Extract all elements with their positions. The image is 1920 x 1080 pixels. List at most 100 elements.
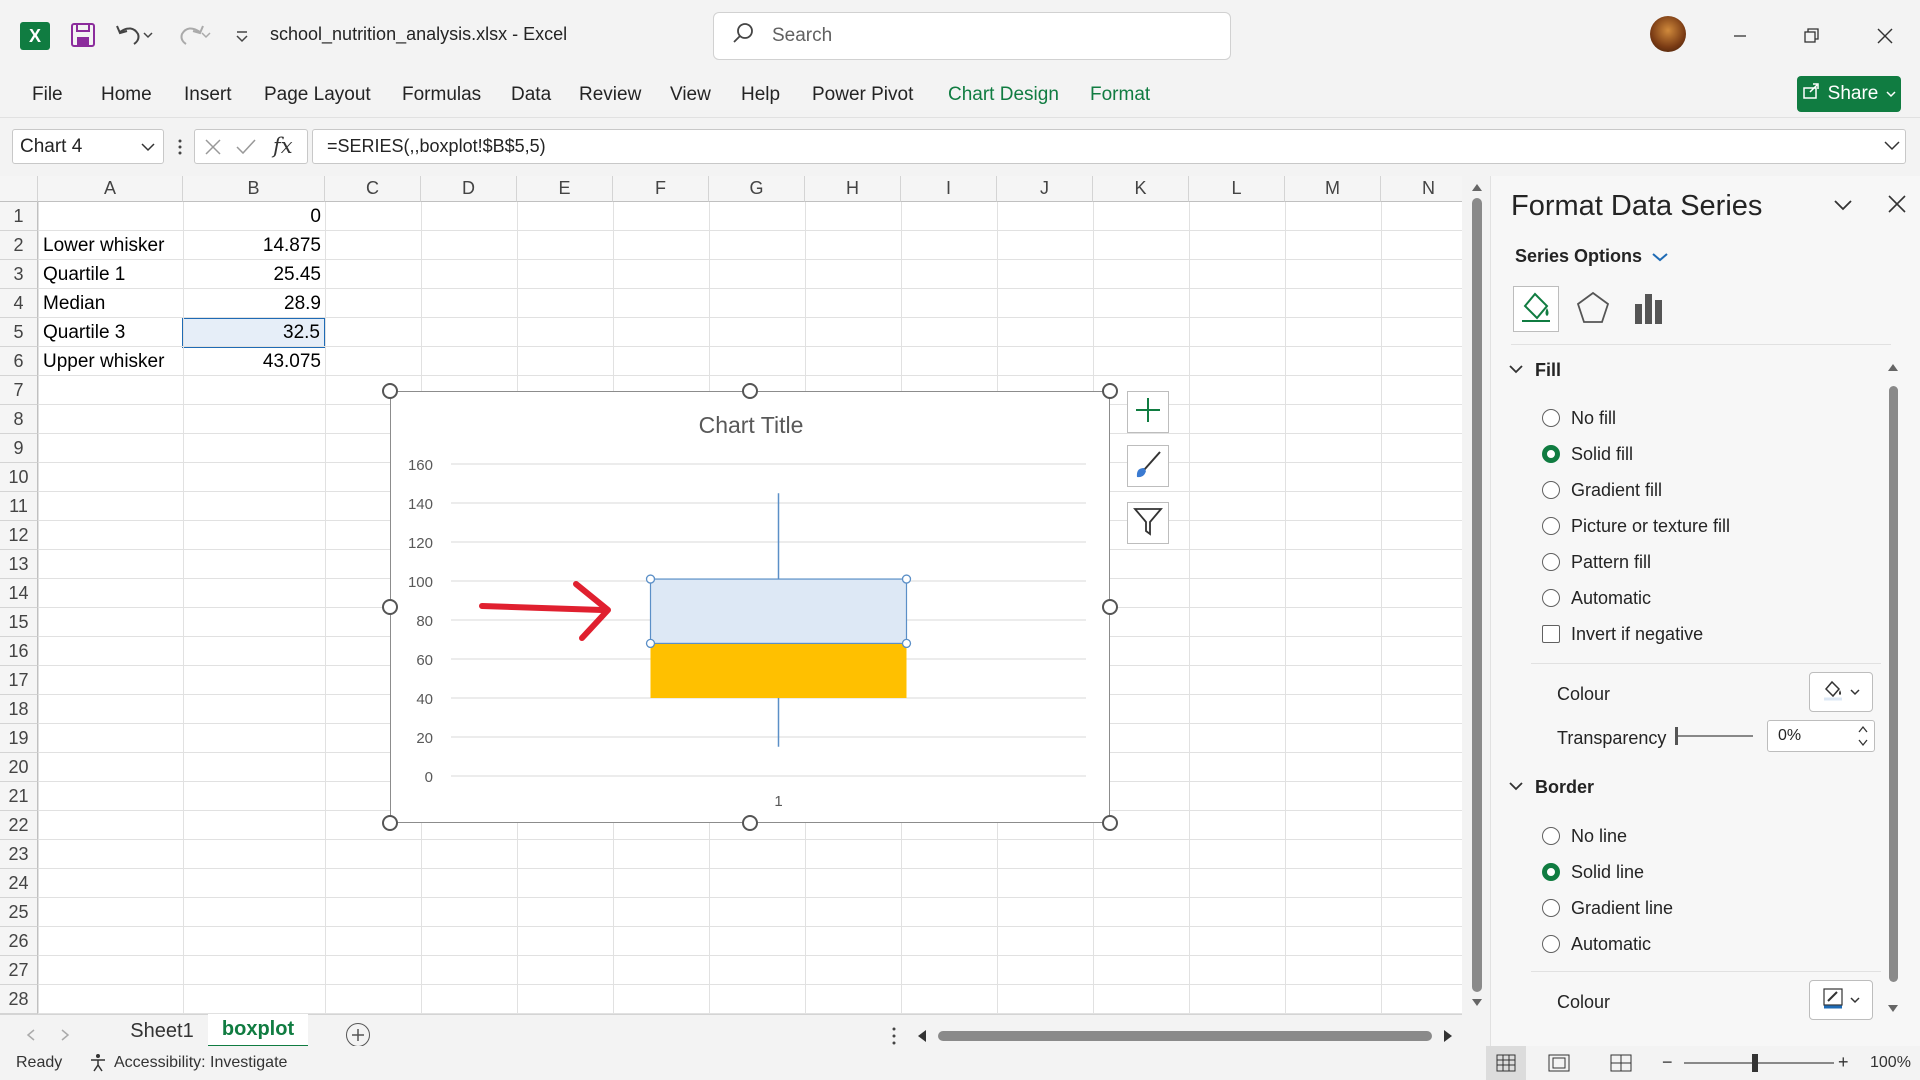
automatic-line-label[interactable]: Automatic (1571, 934, 1651, 955)
tab-chart-design[interactable]: Chart Design (948, 84, 1059, 106)
column-header-j[interactable]: J (997, 176, 1093, 202)
vertical-scroll-thumb[interactable] (1472, 198, 1482, 992)
formula-input[interactable]: =SERIES(,,boxplot!$B$5,5) (312, 129, 1906, 164)
cell-a5[interactable]: Quartile 3 (38, 318, 183, 347)
automatic-fill-label[interactable]: Automatic (1571, 588, 1651, 609)
column-header-a[interactable]: A (38, 176, 183, 202)
pattern-fill-label[interactable]: Pattern fill (1571, 552, 1651, 573)
tab-help[interactable]: Help (741, 84, 780, 106)
sheet-tab-sheet1[interactable]: Sheet1 (118, 1016, 206, 1046)
no-line-label[interactable]: No line (1571, 826, 1627, 847)
column-header-g[interactable]: G (709, 176, 805, 202)
row-header-8[interactable]: 8 (0, 405, 38, 434)
column-header-h[interactable]: H (805, 176, 901, 202)
tab-insert[interactable]: Insert (184, 84, 232, 106)
radio-solid-fill[interactable] (1542, 445, 1560, 463)
transparency-spinner-icon[interactable] (1857, 723, 1869, 754)
radio-picture-fill[interactable] (1542, 517, 1560, 535)
effects-tab-pentagon-icon[interactable] (1575, 290, 1611, 331)
zoom-in-button[interactable]: + (1838, 1052, 1849, 1073)
series-options-dropdown[interactable]: Series Options (1515, 246, 1668, 267)
row-header-25[interactable]: 25 (0, 898, 38, 927)
cell-a6[interactable]: Upper whisker (38, 347, 183, 376)
sheet-tab-boxplot[interactable]: boxplot (208, 1014, 308, 1048)
row-header-13[interactable]: 13 (0, 550, 38, 579)
tab-home[interactable]: Home (101, 84, 152, 106)
transparency-slider-thumb[interactable] (1675, 727, 1678, 745)
column-header-d[interactable]: D (421, 176, 517, 202)
close-window-icon[interactable] (1870, 22, 1900, 50)
user-avatar[interactable] (1650, 16, 1686, 52)
invert-if-negative-checkbox[interactable] (1542, 625, 1560, 643)
radio-solid-line[interactable] (1542, 863, 1560, 881)
tab-review[interactable]: Review (579, 84, 641, 106)
resize-handle-bottom-right[interactable] (1102, 815, 1118, 831)
row-header-16[interactable]: 16 (0, 637, 38, 666)
chart-filters-button[interactable] (1127, 502, 1169, 544)
fill-section-header[interactable]: Fill (1535, 360, 1561, 381)
row-header-26[interactable]: 26 (0, 927, 38, 956)
no-fill-label[interactable]: No fill (1571, 408, 1616, 429)
pane-scroll-thumb[interactable] (1889, 386, 1898, 982)
solid-fill-label[interactable]: Solid fill (1571, 444, 1633, 465)
gradient-fill-label[interactable]: Gradient fill (1571, 480, 1662, 501)
search-box[interactable]: Search (713, 12, 1231, 60)
column-header-e[interactable]: E (517, 176, 613, 202)
row-header-5[interactable]: 5 (0, 318, 38, 347)
column-header-m[interactable]: M (1285, 176, 1381, 202)
cancel-icon[interactable] (203, 137, 223, 162)
column-header-f[interactable]: F (613, 176, 709, 202)
tab-format[interactable]: Format (1090, 84, 1150, 106)
chart-elements-button[interactable] (1127, 391, 1169, 433)
chevron-down-icon[interactable] (1509, 362, 1523, 380)
cell-a4[interactable]: Median (38, 289, 183, 318)
close-pane-icon[interactable] (1887, 194, 1907, 219)
row-header-10[interactable]: 10 (0, 463, 38, 492)
accessibility-status[interactable]: Accessibility: Investigate (114, 1054, 287, 1072)
cell-b6[interactable]: 43.075 (183, 347, 325, 376)
accessibility-icon[interactable] (88, 1052, 108, 1077)
row-header-19[interactable]: 19 (0, 724, 38, 753)
zoom-level[interactable]: 100% (1870, 1054, 1911, 1072)
column-header-i[interactable]: I (901, 176, 997, 202)
cell-a3[interactable]: Quartile 1 (38, 260, 183, 289)
chart-styles-button[interactable] (1127, 445, 1169, 487)
row-header-23[interactable]: 23 (0, 840, 38, 869)
radio-pattern-fill[interactable] (1542, 553, 1560, 571)
column-header-b[interactable]: B (183, 176, 325, 202)
tab-file[interactable]: File (32, 84, 63, 106)
row-header-6[interactable]: 6 (0, 347, 38, 376)
chevron-down-icon[interactable] (141, 136, 155, 158)
enter-icon[interactable] (235, 137, 257, 162)
row-header-28[interactable]: 28 (0, 985, 38, 1014)
minimize-icon[interactable] (1725, 22, 1755, 50)
row-header-4[interactable]: 4 (0, 289, 38, 318)
undo-icon[interactable] (112, 20, 156, 50)
row-header-3[interactable]: 3 (0, 260, 38, 289)
vertical-scrollbar[interactable] (1466, 176, 1488, 1014)
row-header-11[interactable]: 11 (0, 492, 38, 521)
select-all-corner[interactable] (0, 176, 38, 202)
insert-function-icon[interactable]: fx (273, 134, 293, 158)
normal-view-button[interactable] (1486, 1046, 1526, 1080)
cell-b2[interactable]: 14.875 (183, 231, 325, 260)
solid-line-label[interactable]: Solid line (1571, 862, 1644, 883)
resize-handle-bottom-left[interactable] (382, 815, 398, 831)
transparency-slider[interactable] (1677, 735, 1753, 737)
resize-handle-bottom[interactable] (742, 815, 758, 831)
cell-a2[interactable]: Lower whisker (38, 231, 183, 260)
row-header-24[interactable]: 24 (0, 869, 38, 898)
invert-if-negative-label[interactable]: Invert if negative (1571, 624, 1703, 645)
cell-b3[interactable]: 25.45 (183, 260, 325, 289)
tab-power-pivot[interactable]: Power Pivot (812, 84, 913, 106)
row-header-27[interactable]: 27 (0, 956, 38, 985)
column-header-c[interactable]: C (325, 176, 421, 202)
page-break-view-icon[interactable] (1610, 1054, 1632, 1077)
page-layout-view-icon[interactable] (1548, 1054, 1570, 1077)
name-box[interactable]: Chart 4 (12, 129, 164, 164)
row-header-17[interactable]: 17 (0, 666, 38, 695)
cell-b4[interactable]: 28.9 (183, 289, 325, 318)
column-header-l[interactable]: L (1189, 176, 1285, 202)
row-header-2[interactable]: 2 (0, 231, 38, 260)
cell-b5[interactable]: 32.5 (182, 317, 326, 348)
